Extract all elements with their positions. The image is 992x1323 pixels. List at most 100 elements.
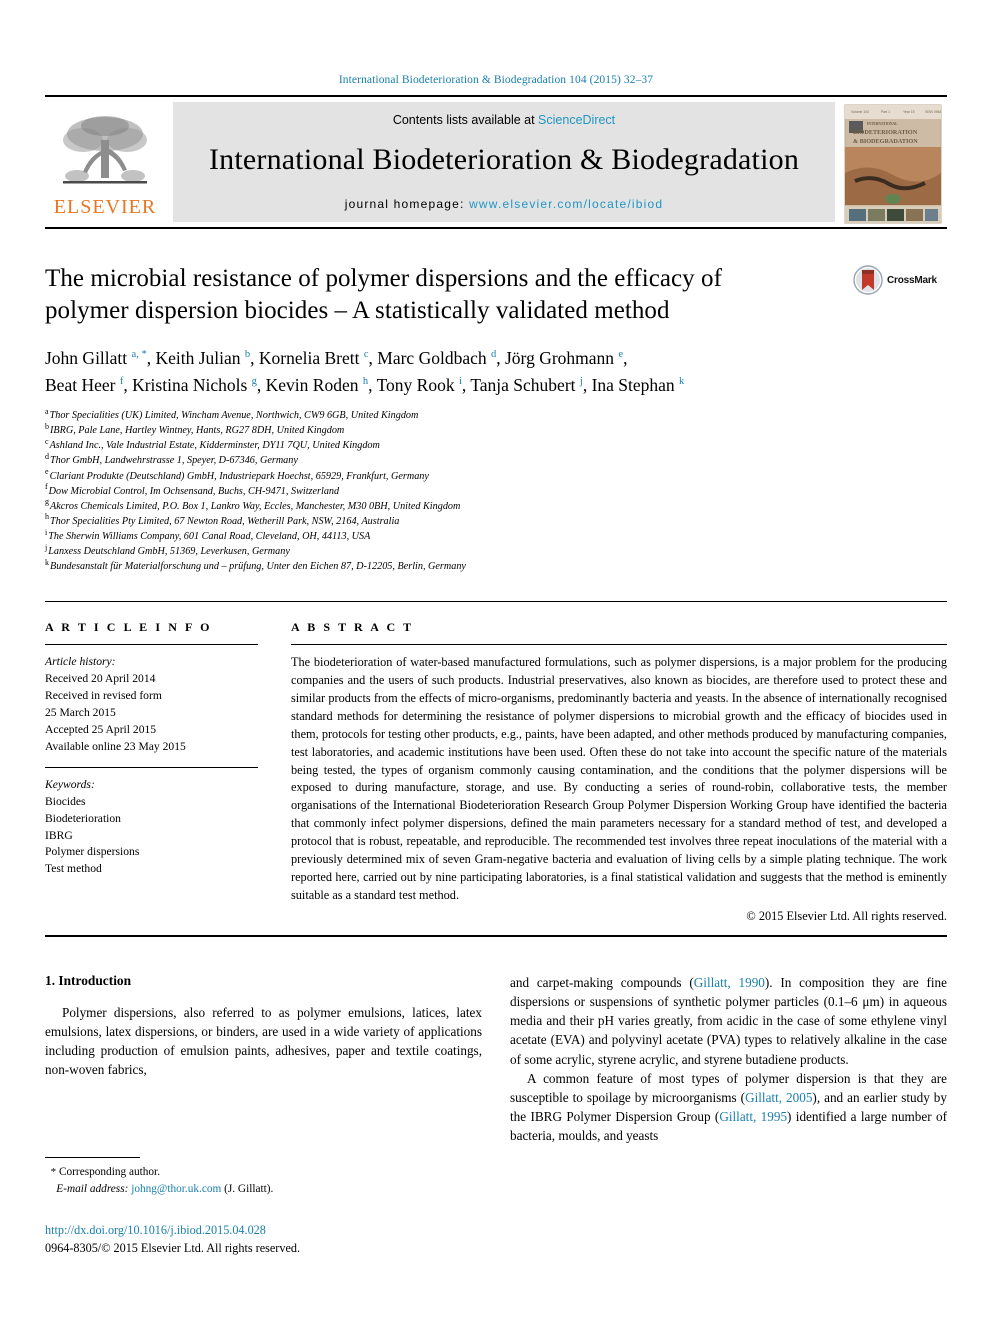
author-entry: Jörg Grohmann e, [505,348,628,368]
affiliation-item: aThor Specialities (UK) Limited, Wincham… [45,406,947,423]
affiliation-item: cAshland Inc., Vale Industrial Estate, K… [45,436,947,453]
paper-page: International Biodeterioration & Biodegr… [0,0,992,1323]
running-head: International Biodeterioration & Biodegr… [338,74,654,86]
footnote-rule [45,1157,140,1158]
homepage-prefix: journal homepage: [344,197,470,211]
author-entry: John Gillatt a, *, [45,348,156,368]
keyword-item: Polymer dispersions [45,845,140,859]
affiliation-text: Akcros Chemicals Limited, P.O. Box 1, La… [50,500,461,512]
journal-cover-thumbnail: Volume 104 Part 1 Year 15 ISSN 0964 INTE… [841,103,945,224]
author-entry: Marc Goldbach d, [377,348,505,368]
affiliation-mark: f [45,482,48,492]
affiliation-text: Thor Specialities (UK) Limited, Wincham … [49,410,419,422]
citation-link[interactable]: Gillatt, 1995 [719,1109,787,1124]
svg-text:ISSN 0964: ISSN 0964 [925,110,942,114]
affiliation-text: Ashland Inc., Vale Industrial Estate, Ki… [49,440,380,452]
author-affiliation-mark: g [251,375,257,387]
affiliation-item: jLanxess Deutschland GmbH, 51369, Leverk… [45,542,947,559]
author-affiliation-mark: a, * [131,349,147,361]
affiliation-mark: d [45,452,49,462]
affiliation-mark: j [45,542,48,552]
svg-text:Part 1: Part 1 [881,110,890,114]
citation-link[interactable]: Gillatt, 1990 [694,975,765,990]
affiliation-text: Clariant Produkte (Deutschland) GmbH, In… [49,470,429,482]
paragraph-text: and carpet-making compounds ( [510,974,694,990]
affiliation-mark: a [45,406,49,416]
affiliation-text: Bundesanstalt für Materialforschung und … [50,561,466,573]
author-list: John Gillatt a, *, Keith Julian b, Korne… [45,345,885,398]
contents-available-line: Contents lists available at ScienceDirec… [393,113,615,127]
page-title: The microbial resistance of polymer disp… [45,265,722,324]
email-label: E-mail address: [56,1182,129,1195]
footnote-block: * Corresponding author. E-mail address: … [45,1157,475,1197]
affiliation-mark: e [45,467,49,477]
keyword-item: IBRG [45,828,73,842]
email-link[interactable]: johng@thor.uk.com [131,1183,221,1195]
article-history-block: Article history: Received 20 April 2014 … [45,645,258,767]
author-affiliation-mark: c [363,349,369,361]
history-item: Available online 23 May 2015 [45,739,186,753]
elsevier-tree-icon [63,115,147,183]
affiliation-text: The Sherwin Williams Company, 601 Canal … [48,530,371,542]
author-affiliation-mark: h [362,375,369,387]
crossmark-icon [853,265,883,295]
sciencedirect-link[interactable]: ScienceDirect [538,113,615,127]
paragraph: and carpet-making compounds (Gillatt, 19… [510,973,947,1069]
affiliation-list: aThor Specialities (UK) Limited, Wincham… [45,406,947,574]
keyword-item: Biodeterioration [45,811,121,825]
issn-copyright-line: 0964-8305/© 2015 Elsevier Ltd. All right… [45,1240,300,1255]
svg-text:Volume 104: Volume 104 [851,110,869,114]
svg-text:BIODETERIORATION: BIODETERIORATION [853,129,918,136]
history-item: Accepted 25 April 2015 [45,722,157,736]
doi-block: http://dx.doi.org/10.1016/j.ibiod.2015.0… [45,1222,300,1257]
affiliation-mark: b [45,421,49,431]
history-item: 25 March 2015 [45,705,116,719]
affiliation-item: hThor Specialities Pty Limited, 67 Newto… [45,512,947,529]
abstract-copyright: © 2015 Elsevier Ltd. All rights reserved… [746,908,947,923]
elsevier-wordmark: ELSEVIER [53,195,157,218]
affiliation-text: Thor Specialities Pty Limited, 67 Newton… [50,515,400,527]
affiliation-text: Lanxess Deutschland GmbH, 51369, Leverku… [48,546,290,558]
abstract-text: The biodeterioration of water-based manu… [291,655,947,902]
svg-text:& BIODEGRADATION: & BIODEGRADATION [853,138,918,145]
author-affiliation-mark: k [679,375,685,387]
abstract-column: A B S T R A C T The biodeterioration of … [278,602,947,923]
svg-text:INTERNATIONAL: INTERNATIONAL [867,122,898,126]
crossmark-badge[interactable]: CrossMark [853,265,945,295]
author-entry: Kornelia Brett c, [258,348,378,368]
affiliation-text: Dow Microbial Control, Im Ochsensand, Bu… [48,485,340,497]
corresponding-author-note: * Corresponding author. E-mail address: … [45,1164,475,1197]
affiliation-mark: h [45,512,49,522]
keywords-label: Keywords: [45,777,95,791]
author-affiliation-mark: f [119,375,124,387]
affiliation-mark: i [45,527,48,537]
corresponding-author-line: * Corresponding author. [45,1164,475,1181]
title-block: The microbial resistance of polymer disp… [45,263,947,326]
body-columns: 1. Introduction Polymer dispersions, als… [45,973,947,1146]
cover-image: Volume 104 Part 1 Year 15 ISSN 0964 INTE… [844,104,942,224]
affiliation-text: IBRG, Pale Lane, Hartley Wintney, Hants,… [50,425,345,437]
author-entry: Kevin Roden h, [265,374,377,395]
affiliation-item: gAkcros Chemicals Limited, P.O. Box 1, L… [45,498,947,514]
doi-link[interactable]: http://dx.doi.org/10.1016/j.ibiod.2015.0… [45,1222,300,1240]
info-abstract-region: A R T I C L E I N F O Article history: R… [45,601,947,923]
section-title-introduction: 1. Introduction [45,972,132,988]
svg-text:Year 15: Year 15 [903,110,915,114]
author-entry: Tanja Schubert j, [470,374,592,395]
author-entry: Beat Heer f, [45,374,133,395]
author-affiliation-mark: e [618,349,624,361]
corresponding-author-label: Corresponding author. [58,1166,161,1178]
body-column-right: and carpet-making compounds (Gillatt, 19… [510,973,947,1146]
affiliation-item: bIBRG, Pale Lane, Hartley Wintney, Hants… [45,421,947,438]
affiliation-item: kBundesanstalt für Materialforschung und… [45,557,947,574]
email-owner: (J. Gillatt). [224,1182,274,1195]
affiliation-mark: c [45,436,49,446]
article-info-heading: A R T I C L E I N F O [45,602,258,646]
homepage-url-link[interactable]: www.elsevier.com/locate/ibiod [469,197,663,211]
affiliation-mark: k [45,557,49,567]
corresponding-star: * [50,1166,57,1178]
citation-link[interactable]: Gillatt, 2005 [745,1090,812,1105]
affiliation-item: iThe Sherwin Williams Company, 601 Canal… [45,527,947,544]
crossmark-label: CrossMark [887,274,937,286]
author-affiliation-mark: d [491,349,497,361]
